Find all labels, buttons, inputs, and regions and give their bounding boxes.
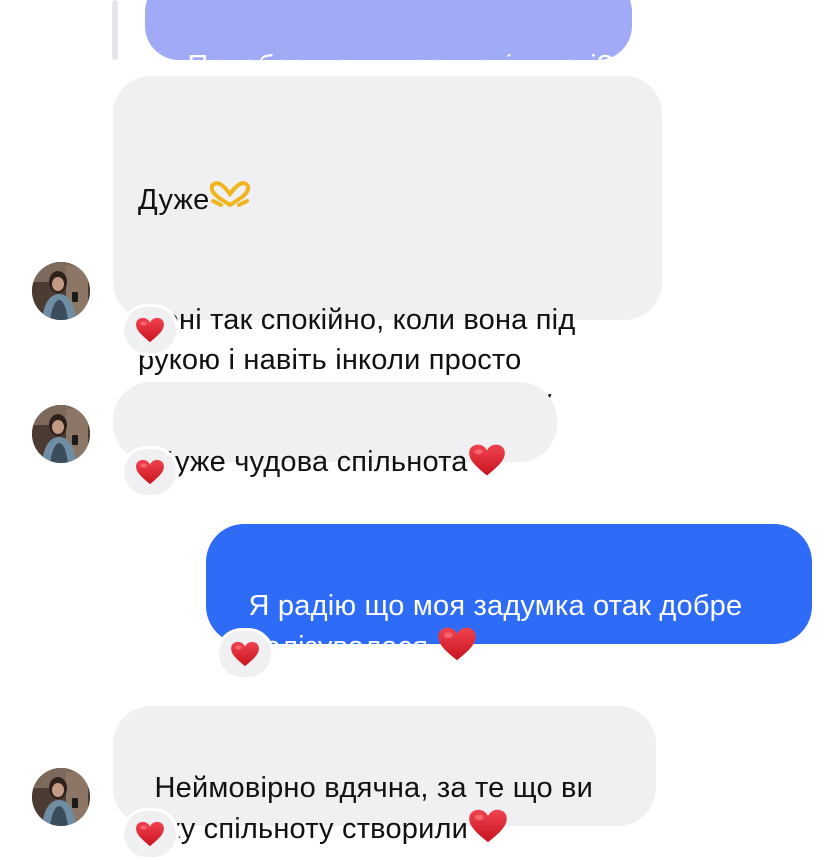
message-bubble[interactable]: Дуже Мені так спокійно, коли вона під ру… [113, 76, 662, 456]
avatar[interactable] [32, 768, 90, 826]
reaction-badge[interactable] [121, 808, 179, 860]
heart-icon [468, 808, 508, 855]
reaction-badge[interactable] [121, 304, 179, 356]
message-first-line: Дуже [138, 178, 652, 220]
reaction-badge[interactable] [121, 446, 179, 498]
message-text: Я радію що моя задумка отак добре реаліз… [232, 590, 743, 663]
heart-icon [135, 821, 165, 847]
avatar[interactable] [32, 405, 90, 463]
heart-icon [468, 443, 506, 488]
message-bubble[interactable]: Дуже чудова спільнота [113, 382, 557, 478]
reaction-badge[interactable] [216, 628, 274, 680]
message-bubble[interactable]: Неймовірно вдячна, за те що ви таку спіл… [113, 706, 656, 845]
message-text: Неймовірно вдячна, за те що ви таку спіл… [138, 772, 594, 845]
quoted-message-bubble[interactable]: Подобається у нас в спільноті? [145, 0, 632, 82]
message-bubble[interactable]: Я радію що моя задумка отак добре реаліз… [206, 524, 812, 663]
heart-hands-icon [209, 178, 251, 218]
heart-icon [230, 641, 260, 667]
heart-icon [437, 626, 477, 673]
heart-icon [135, 459, 165, 485]
heart-icon [135, 317, 165, 343]
message-text: Дуже чудова спільнота [154, 446, 468, 478]
avatar[interactable] [32, 262, 90, 320]
reply-indicator-line [112, 0, 118, 60]
